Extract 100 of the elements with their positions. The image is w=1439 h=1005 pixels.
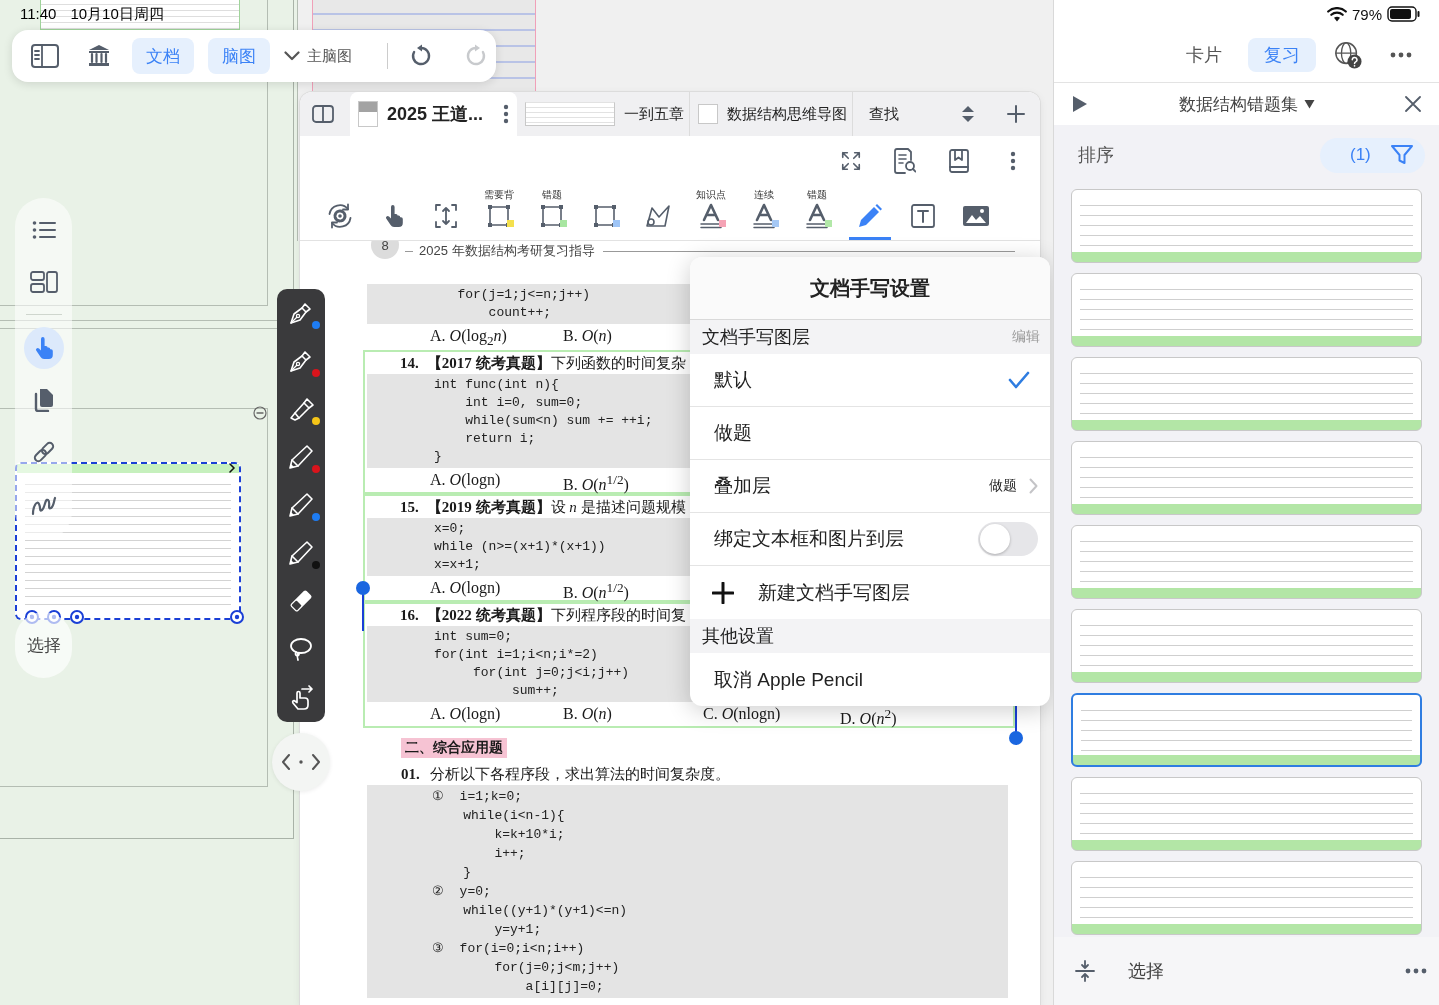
layer-option[interactable]: 做题 [714,407,1038,459]
document-tab[interactable]: 一到五章 [517,92,690,136]
document-search-icon[interactable] [894,148,916,174]
compress-vertical-icon[interactable] [1074,959,1096,983]
deck-selector[interactable]: 数据结构错题集 [1178,92,1315,116]
pencil-icon[interactable] [288,444,314,470]
expand-icon[interactable] [840,150,862,172]
select-button[interactable]: 选择 [1128,959,1164,983]
close-icon[interactable] [1405,96,1421,112]
code-line: sum++; [511,682,559,700]
resize-handle-icon[interactable] [230,610,244,624]
section-header: 文档手写图层 [702,326,810,349]
undo-icon[interactable] [409,44,433,68]
code-line: while(sum<n) sum += ++i; [464,412,653,430]
status-time: 11:40 [20,5,57,23]
sidebar-icon[interactable] [31,44,59,68]
tool-label: 错题 [806,189,827,201]
lasso-icon[interactable] [288,636,314,662]
code-line: y=y+1; [493,921,542,939]
overlay-layer-label: 叠加层 [714,474,771,498]
split-view-icon[interactable] [312,105,334,123]
answer-option: A. O(log$_{2}$n) [430,324,507,354]
code-line: while((y+1)*(y+1)<=n) [462,902,628,920]
code-line: int func(int n){ [434,376,559,394]
new-layer-button[interactable]: 新建文档手写图层 [712,579,910,606]
question-number: 15. [400,498,419,517]
more-vertical-icon[interactable] [503,104,509,124]
map-picker[interactable]: 主脑图 [284,46,352,66]
more-vertical-icon[interactable] [1010,151,1016,171]
section-heading: 二、综合应用题 [401,738,507,758]
document-tab[interactable]: 2025 王道... [350,92,517,136]
list-icon[interactable] [31,220,56,240]
answer-option: A. O(logn) [430,702,501,732]
document-thumbnail [358,101,378,127]
question-text: 【2017 统考真题】下列函数的时间复杂 [426,354,686,373]
sort-arrows-icon[interactable] [961,105,975,123]
question-number: 16. [400,606,419,625]
resize-handle-icon[interactable] [25,610,39,624]
answer-option: B. O(n) [563,702,612,732]
code-line: return i; [464,430,536,448]
resize-handle-icon[interactable] [47,610,61,624]
pencil-icon[interactable] [288,540,314,566]
text-box-icon[interactable] [908,202,937,230]
panel-tab[interactable]: 卡片 [1170,38,1238,72]
fountain-pen-icon[interactable] [288,348,314,374]
code-line: count++; [487,304,552,322]
link-icon[interactable] [31,440,56,464]
more-icon[interactable] [1405,968,1427,974]
code-line: for(j=1;j<=n;j++) [456,286,591,304]
copy-icon[interactable] [32,388,55,412]
menu-item[interactable]: 取消 Apple Pencil [714,666,863,693]
page-number: 8 [371,241,399,259]
chevron-right-icon[interactable] [228,463,236,473]
question-text: 【2022 统考真题】下列程序段的时间复 [426,606,686,625]
play-icon[interactable] [1072,95,1088,113]
globe-help-icon[interactable] [1334,41,1362,69]
code-line: while(i<n-1){ [462,807,565,825]
code-line: for(int i=1;i<n;i*=2) [434,646,598,664]
selection-handle[interactable] [1009,705,1023,745]
collapse-icon[interactable] [253,406,267,420]
selected-snippet[interactable] [15,462,241,620]
document-tab[interactable]: 数据结构思维导图 [690,92,853,136]
filter-icon [1391,145,1413,165]
page-nav-button[interactable] [272,733,330,791]
bookmark-book-icon[interactable] [949,149,969,173]
toggle-switch[interactable] [978,522,1038,556]
pencil-icon[interactable] [288,492,314,518]
answer-option: D. O(n$^{2}$) [840,702,897,732]
plus-icon[interactable] [1007,105,1025,123]
code-line: } [434,448,442,466]
tool-label: 错题 [541,189,562,201]
question-text: 【2019 统考真题】设 n 是描述问题规模 [426,498,686,517]
answer-option: B. O(n) [563,324,612,354]
layer-option[interactable]: 默认 [714,354,1038,406]
code-line: x=0; [434,520,466,538]
answer-option: C. O(nlogn) [703,702,781,732]
sort-button[interactable]: 排序 [1078,143,1114,167]
fountain-pen-icon[interactable] [288,300,314,326]
bind-layer-label: 绑定文本框和图片到层 [714,527,904,551]
tool-label: 需要背 [483,189,514,201]
chevron-down-icon [284,51,300,61]
review-card[interactable] [1071,693,1422,767]
code-line: int sum=0; [434,628,512,646]
pointer-hand-icon[interactable] [23,327,64,369]
highlighter-icon[interactable] [288,396,314,422]
resize-handle-icon[interactable] [70,610,84,624]
status-date: 10月10日周四 [70,5,164,23]
selection-handle[interactable] [356,581,370,631]
active-tool-underline [848,237,891,240]
code-line: for(j=0;j<m;j++) [493,959,620,977]
select-button[interactable]: 选择 [15,612,72,678]
more-icon[interactable] [1390,52,1412,58]
tool-label: 连续 [753,189,774,201]
code-line: ① i=1;k=0; [432,788,522,806]
library-icon[interactable] [87,44,111,68]
polygon-select-icon[interactable] [643,202,672,230]
document-tab[interactable]: 查找 [853,92,938,136]
code-line: while (n>=(x+1)*(x+1)) [434,538,606,556]
layout-icon[interactable] [29,271,58,293]
left-right-chevrons-icon [281,753,321,771]
